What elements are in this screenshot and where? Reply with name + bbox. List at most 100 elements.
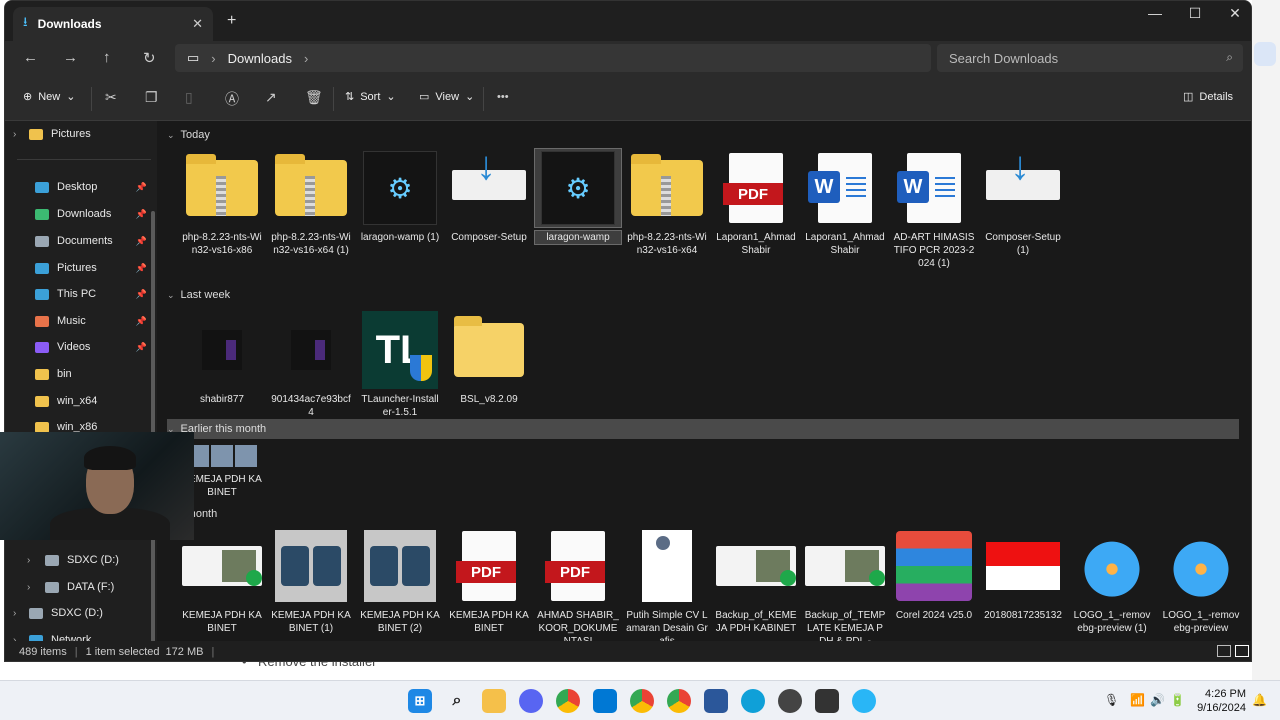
file-item[interactable]: KEMEJA PDH KABINET (1) <box>268 527 354 635</box>
rename-icon[interactable]: Ⓐ <box>225 89 239 109</box>
sidebar-item-sdxc-2[interactable]: › SDXC (D:) <box>13 602 155 624</box>
forward-arrow-icon[interactable]: → <box>63 49 78 66</box>
tab-close-icon[interactable]: ✕ <box>192 16 203 32</box>
file-item[interactable]: php-8.2.23-nts-Win32-vs16-x86 <box>179 149 265 257</box>
new-tab-button[interactable]: + <box>227 12 236 30</box>
details-button[interactable]: ◫ Details <box>1183 90 1233 104</box>
close-button[interactable]: ✕ <box>1215 5 1251 22</box>
chevron-right-icon[interactable]: › <box>13 608 16 619</box>
file-item[interactable]: W Laporan1_Ahmad Shabir <box>802 149 888 257</box>
view-button[interactable]: ▭ View ⌄ <box>419 90 474 104</box>
tiles-view-icon[interactable] <box>1235 645 1249 657</box>
sidebar-item-desktop[interactable]: Desktop 📌 <box>15 176 155 198</box>
file-item[interactable]: shabir877 <box>179 311 265 406</box>
group-header-last-week[interactable]: ⌄ Last week <box>167 285 1239 305</box>
file-item[interactable]: LOGO_1_-removebg-preview <box>1158 527 1244 635</box>
share-icon[interactable]: ↗ <box>265 89 277 106</box>
sidebar-item-bin[interactable]: bin <box>15 363 155 385</box>
notification-bell-icon[interactable]: 🔔 <box>1252 693 1267 707</box>
refresh-icon[interactable]: ↻ <box>143 49 156 67</box>
up-arrow-icon[interactable]: ↑ <box>103 49 111 66</box>
file-item[interactable]: KEMEJA PDH KABINET <box>179 527 265 635</box>
file-item[interactable]: ↓ Composer-Setup (1) <box>980 144 1066 257</box>
sidebar-item-sdxc[interactable]: › SDXC (D:) <box>15 549 155 571</box>
microphone-icon[interactable]: 🎙 <box>1104 693 1119 707</box>
shirt-thumbnail <box>364 530 436 602</box>
sidebar-item-win-x64[interactable]: win_x64 <box>15 390 155 412</box>
search-input[interactable]: Search Downloads ⌕ <box>937 44 1243 72</box>
file-item[interactable]: php-8.2.23-nts-Win32-vs16-x64 <box>624 149 710 257</box>
browser-side-strip <box>1252 0 1280 680</box>
volume-icon[interactable]: 🔊 <box>1150 693 1165 707</box>
file-explorer-icon[interactable] <box>482 689 506 713</box>
file-item[interactable]: Corel 2024 v25.0 <box>891 527 977 622</box>
copy-icon[interactable]: ❐ <box>145 89 158 106</box>
search-icon[interactable]: ⌕ <box>445 689 469 713</box>
battery-icon[interactable]: 🔋 <box>1170 693 1185 707</box>
sidebar-item-pictures[interactable]: › Pictures <box>13 123 155 145</box>
chevron-right-icon[interactable]: › <box>13 129 16 140</box>
file-item[interactable]: PDF Laporan1_Ahmad Shabir <box>713 149 799 257</box>
start-icon[interactable]: ⊞ <box>408 689 432 713</box>
group-header-last-month[interactable]: ⌄t month <box>167 504 1239 524</box>
file-item[interactable]: BSL_v8.2.09 <box>446 311 532 406</box>
sort-button[interactable]: ⇅ Sort ⌄ <box>345 90 396 104</box>
file-item[interactable]: LOGO_1_-removebg-preview (1) <box>1069 527 1155 635</box>
paste-icon[interactable]: ▯ <box>185 89 193 106</box>
discord-icon[interactable] <box>519 689 543 713</box>
file-item[interactable]: PDF KEMEJA PDH KABINET <box>446 527 532 635</box>
file-item-selected[interactable]: ⚙ laragon-wamp <box>534 148 622 245</box>
file-item[interactable]: TL TLauncher-Installer-1.5.1 <box>357 311 443 419</box>
chrome-profile-icon[interactable] <box>667 689 691 713</box>
file-item[interactable]: Putih Simple CV Lamaran Desain Grafis <box>624 527 710 648</box>
file-item[interactable]: Backup_of_KEMEJA PDH KABINET <box>713 527 799 635</box>
word-icon[interactable] <box>704 689 728 713</box>
sidebar-item-pictures-pinned[interactable]: Pictures 📌 <box>15 257 155 279</box>
sidebar-item-this-pc[interactable]: This PC 📌 <box>15 283 155 305</box>
group-label: Last week <box>180 289 231 301</box>
file-item[interactable]: 20180817235132 <box>980 527 1066 622</box>
sidebar-item-videos[interactable]: Videos 📌 <box>15 336 155 358</box>
vscode-icon[interactable] <box>593 689 617 713</box>
maximize-button[interactable]: ☐ <box>1175 5 1215 22</box>
breadcrumb[interactable]: ▭ › Downloads › <box>175 44 931 72</box>
file-item[interactable]: KEMEJA PDH KABINET (2) <box>357 527 443 635</box>
delete-icon[interactable]: 🗑 <box>305 89 323 106</box>
back-arrow-icon[interactable]: ← <box>23 49 38 66</box>
file-item[interactable]: PDFAHMAD SHABIR_KOOR_DOKUMENTASI <box>535 527 621 648</box>
group-header-earlier-this-month[interactable]: ⌄ Earlier this month <box>167 419 1239 439</box>
clapper-icon[interactable] <box>815 689 839 713</box>
breadcrumb-location[interactable]: Downloads <box>228 51 292 66</box>
details-view-icon[interactable] <box>1217 645 1231 657</box>
sidebar-item-downloads[interactable]: Downloads 📌 <box>15 203 155 225</box>
file-item[interactable]: W AD-ART HIMASISTIFO PCR 2023-2024 (1) <box>891 149 977 270</box>
wifi-icon[interactable]: 📶 <box>1130 693 1145 707</box>
sidebar-item-data[interactable]: › DATA (F:) <box>15 576 155 598</box>
more-options-icon[interactable]: ••• <box>497 91 509 103</box>
file-name: KEMEJA PDH KABINET (2) <box>360 610 440 634</box>
file-item[interactable]: php-8.2.23-nts-Win32-vs16-x64 (1) <box>268 149 354 257</box>
clock[interactable]: 4:26 PM 9/16/2024 <box>1190 687 1246 715</box>
app-icon[interactable] <box>778 689 802 713</box>
new-button[interactable]: ⊕ New ⌄ <box>23 90 75 104</box>
file-item[interactable]: Backup_of_TEMPLATE KEMEJA PDH & PDL - <box>802 527 888 648</box>
chrome-icon[interactable] <box>556 689 580 713</box>
app-icon[interactable] <box>852 689 876 713</box>
chevron-right-icon[interactable]: › <box>27 582 30 593</box>
download-icon <box>35 208 49 220</box>
edge-icon[interactable] <box>741 689 765 713</box>
tab-downloads[interactable]: ⭳ Downloads ✕ <box>13 7 213 41</box>
minimize-button[interactable]: — <box>1135 5 1175 21</box>
chevron-right-icon[interactable]: › <box>27 555 30 566</box>
main-scrollbar[interactable] <box>1251 131 1252 207</box>
sidebar-item-documents[interactable]: Documents 📌 <box>15 230 155 252</box>
file-name: laragon-wamp (1) <box>360 232 440 243</box>
file-item[interactable]: 901434ac7e93bcf4 <box>268 311 354 419</box>
file-item[interactable]: ⚙ laragon-wamp (1) <box>357 149 443 244</box>
chrome-profile-icon[interactable] <box>630 689 654 713</box>
group-header-today[interactable]: ⌄ Today <box>167 125 1239 145</box>
file-item[interactable]: ↓ Composer-Setup <box>446 144 532 244</box>
sidebar-item-music[interactable]: Music 📌 <box>15 310 155 332</box>
browser-side-button[interactable] <box>1254 42 1276 66</box>
cut-icon[interactable]: ✂ <box>105 89 117 106</box>
